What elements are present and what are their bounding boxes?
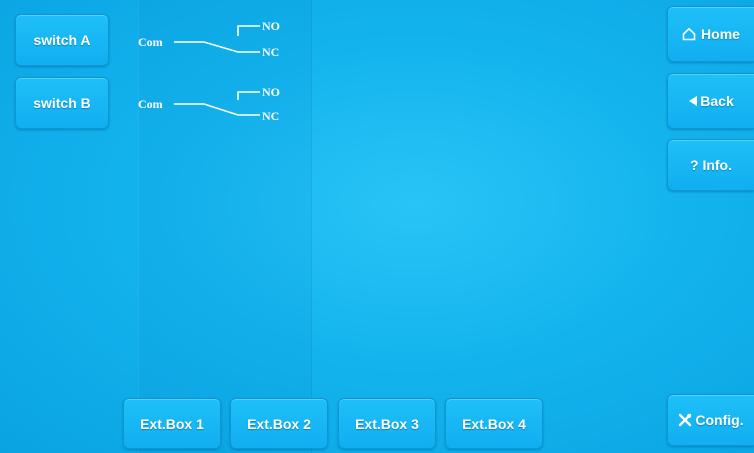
relay-a-no-label: NO — [262, 19, 280, 33]
ext-box-1-button[interactable]: Ext.Box 1 — [123, 398, 221, 449]
tools-icon — [678, 413, 692, 427]
relay-a-wiper — [174, 41, 260, 53]
back-button[interactable]: Back — [667, 73, 754, 129]
relay-diagrams: Com NO NC Com NO NC — [138, 19, 280, 123]
house-icon — [682, 27, 696, 41]
info-label: ? Info. — [690, 157, 732, 173]
relay-b-no-label: NO — [262, 85, 280, 99]
ext-box-4-label: Ext.Box 4 — [462, 415, 526, 432]
relay-a-com-label: Com — [138, 35, 163, 49]
switch-b-button[interactable]: switch B — [15, 77, 109, 129]
switch-b-label: switch B — [33, 95, 91, 111]
switch-a-button[interactable]: switch A — [15, 14, 109, 66]
home-button[interactable]: Home — [667, 6, 754, 62]
relay-b-no-line — [237, 91, 260, 100]
home-label: Home — [701, 26, 740, 42]
relay-a-diagram: Com NO NC — [138, 19, 280, 59]
ext-box-2-button[interactable]: Ext.Box 2 — [230, 398, 328, 449]
ext-box-4-button[interactable]: Ext.Box 4 — [445, 398, 543, 449]
relay-b-diagram: Com NO NC — [138, 85, 280, 123]
relay-b-com-label: Com — [138, 97, 163, 111]
ext-box-3-button[interactable]: Ext.Box 3 — [338, 398, 436, 449]
relay-b-nc-label: NC — [262, 109, 279, 123]
config-button[interactable]: Config. — [667, 394, 754, 446]
left-triangle-icon — [688, 95, 698, 107]
relay-a-no-line — [237, 25, 260, 36]
ext-box-3-label: Ext.Box 3 — [355, 415, 419, 432]
info-button[interactable]: ? Info. — [667, 139, 754, 191]
relay-a-nc-label: NC — [262, 45, 279, 59]
switch-a-label: switch A — [33, 32, 91, 48]
config-label: Config. — [695, 412, 744, 428]
relay-b-wiper — [174, 103, 260, 116]
ext-box-1-label: Ext.Box 1 — [140, 415, 204, 432]
ext-box-2-label: Ext.Box 2 — [247, 415, 311, 432]
back-label: Back — [700, 93, 734, 109]
